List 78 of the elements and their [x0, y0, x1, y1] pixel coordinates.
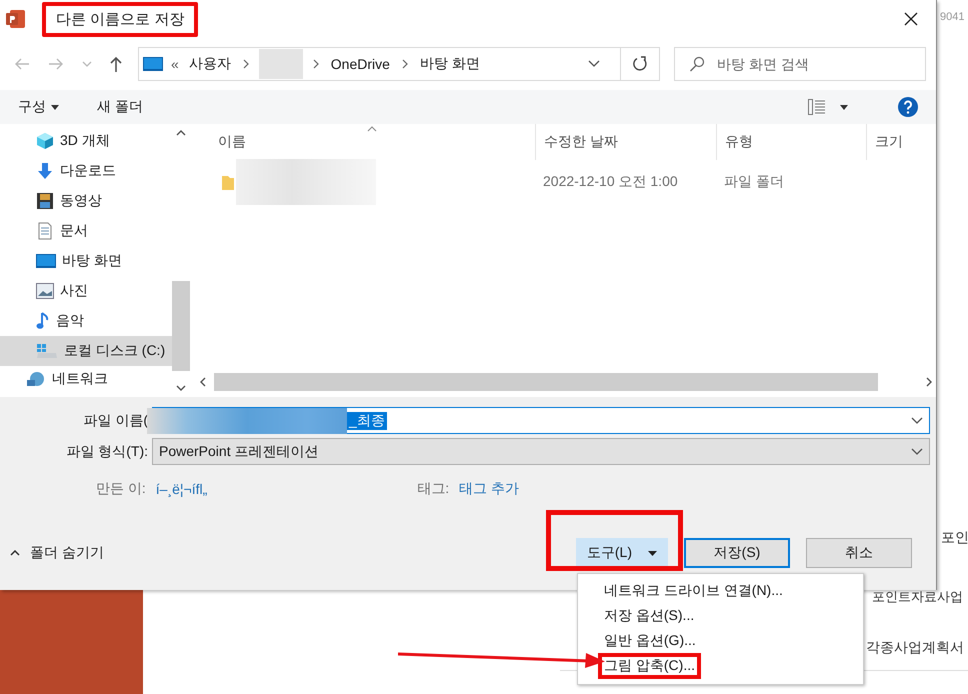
caret-icon[interactable] [840, 104, 848, 110]
drive-icon [36, 343, 58, 359]
column-header[interactable]: 크기 [866, 124, 938, 160]
column-header[interactable]: 유형 [716, 124, 866, 160]
field-label: 파일 형식(T): [65, 442, 149, 460]
address-bar[interactable]: « 사용자 OneDrive 바탕 화면 [138, 47, 660, 81]
nav-item[interactable]: 네트워크 [0, 366, 172, 392]
scroll-thumb[interactable] [172, 281, 190, 371]
field-label: 태그: [417, 480, 450, 498]
menu-item[interactable]: 저장 옵션(S)... [578, 603, 863, 628]
chevron-right-icon[interactable] [312, 59, 319, 69]
hide-folders-button[interactable]: 폴더 숨기기 [10, 544, 104, 562]
scroll-down-icon[interactable] [176, 385, 186, 391]
field-label: 파일 이름( [82, 412, 149, 430]
chevron-down-icon [911, 448, 923, 456]
background-text: 9041 [940, 11, 964, 23]
background-text: 포인트자료사업 [872, 588, 963, 606]
column-header[interactable]: 이름 [190, 124, 535, 160]
blurred-block [258, 49, 303, 79]
app-icon [6, 9, 26, 29]
background-text: 각종사업계획서 [866, 639, 964, 657]
music-note-icon [36, 312, 50, 330]
view-options-icon[interactable] [808, 99, 826, 115]
chevron-down-icon[interactable] [588, 60, 600, 68]
search-input[interactable]: 바탕 화면 검색 [715, 55, 925, 73]
close-icon[interactable] [904, 12, 918, 26]
chevron-up-icon [10, 550, 20, 556]
up-arrow-icon[interactable] [110, 56, 122, 72]
desktop-icon [36, 254, 56, 268]
caret-icon [51, 104, 59, 110]
breadcrumb-item[interactable]: 바탕 화면 [418, 55, 482, 73]
menu-item[interactable]: 네트워크 드라이브 연결(N)... [578, 578, 863, 603]
dialog-button[interactable]: 저장(S) [684, 538, 790, 568]
organize-menu[interactable]: 구성 [18, 98, 59, 116]
breadcrumb-item[interactable]: OneDrive [328, 56, 392, 72]
download-icon [36, 162, 54, 180]
search-field[interactable]: 바탕 화면 검색 [674, 47, 926, 81]
nav-item[interactable]: 바탕 화면 [0, 246, 172, 276]
new-folder-button[interactable]: 새 폴더 [97, 98, 143, 116]
scroll-left-icon[interactable] [200, 377, 206, 387]
breadcrumb-item[interactable]: 사용자 [186, 55, 233, 73]
chevron-right-icon[interactable] [242, 59, 249, 69]
chevron-down-icon[interactable] [911, 416, 923, 424]
nav-item[interactable]: 동영상 [0, 186, 172, 216]
dialog-button[interactable]: 도구(L) [576, 538, 668, 568]
menu-item[interactable]: 그림 압축(C)... [578, 653, 863, 678]
nav-item[interactable]: 3D 개체 [0, 126, 172, 156]
desktop-icon [143, 57, 163, 71]
film-icon [36, 192, 54, 210]
overflow-chevron[interactable]: « [171, 56, 179, 72]
column-header[interactable]: 수정한 날짜 [535, 124, 716, 160]
search-icon [689, 56, 705, 72]
nav-item[interactable]: 문서 [0, 216, 172, 246]
file-type-dropdown[interactable]: PowerPoint 프레젠테이션 [152, 438, 930, 465]
nav-item[interactable]: 로컬 디스크 (C:) [0, 336, 172, 366]
network-icon [26, 371, 46, 387]
caret-icon [648, 550, 657, 556]
refresh-icon [632, 56, 648, 72]
nav-item[interactable]: 음악 [0, 306, 172, 336]
nav-item[interactable]: 사진 [0, 276, 172, 306]
table-cell: 2022-12-10 오전 1:00 [543, 173, 678, 191]
background-text: 포인 [941, 529, 968, 547]
dialog-button[interactable]: 취소 [806, 538, 912, 568]
scroll-up-icon[interactable] [176, 130, 186, 136]
author-link[interactable]: í–¸ë¦¬ífl„ [156, 481, 208, 497]
picture-icon [36, 283, 54, 299]
field-label: 만든 이: [96, 480, 146, 498]
help-icon[interactable] [898, 97, 918, 117]
add-tag-link[interactable]: 태그 추가 [459, 480, 520, 498]
menu-item[interactable]: 일반 옵션(G)... [578, 628, 863, 653]
folder-icon [222, 174, 234, 190]
cube-icon [36, 132, 54, 150]
nav-item[interactable]: 다운로드 [0, 156, 172, 186]
table-cell: 파일 폴더 [724, 173, 784, 191]
window-title: 다른 이름으로 저장 [42, 2, 198, 36]
scroll-right-icon[interactable] [926, 377, 932, 387]
document-icon [36, 222, 54, 240]
chevron-right-icon[interactable] [402, 59, 408, 69]
